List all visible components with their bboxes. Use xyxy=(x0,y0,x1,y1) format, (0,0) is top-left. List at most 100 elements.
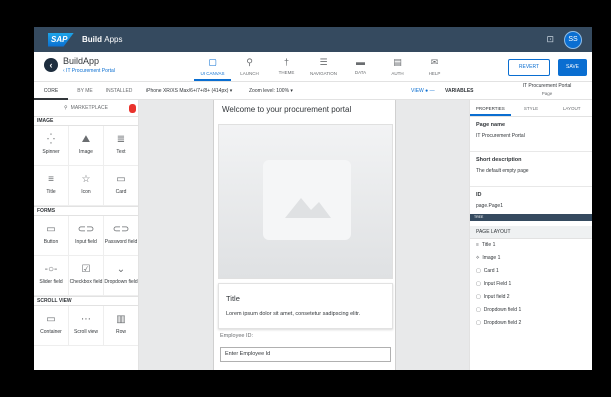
variables-button[interactable]: VARIABLES xyxy=(445,88,474,94)
device-select[interactable]: iPhone XR/XS Max/6+/7+/8+ (414px) ▾ xyxy=(146,88,232,94)
component-title[interactable]: ≡ Title xyxy=(34,166,69,206)
app-window: SAP Build Apps ⊡ SS ‹ BuildApp ‹ IT Proc… xyxy=(34,27,592,370)
revert-button[interactable]: REVERT xyxy=(508,59,550,76)
tab-theme[interactable]: † THEME xyxy=(268,54,305,81)
component-spinner[interactable]: ⁛ Spinner xyxy=(34,126,69,166)
card-title: Title xyxy=(226,294,240,303)
scroll-components: ▭ Container ⋯ Scroll view ▥ Row xyxy=(34,306,138,346)
view-toggle[interactable]: VIEW ● — xyxy=(411,88,435,94)
scroll-view-icon: ⋯ xyxy=(81,314,91,325)
component-card[interactable]: ▭ Card xyxy=(104,166,138,206)
star-icon: ☆ xyxy=(81,174,91,185)
component-image[interactable]: ⛰ Image xyxy=(69,126,104,166)
dropdown-icon: ⌄ xyxy=(116,264,126,275)
app-header: ‹ BuildApp ‹ IT Procurement Portal ▢ UI C… xyxy=(34,52,592,82)
spinner-icon: ⁛ xyxy=(47,134,55,145)
component-input-field[interactable]: ⊂⊃ Input field xyxy=(69,216,104,256)
tab-layout[interactable]: LAYOUT xyxy=(551,100,592,116)
tree-item[interactable]: ≡ Title 1 xyxy=(470,239,592,252)
marketplace-search[interactable]: ⚲ MARKETPLACE xyxy=(34,100,138,116)
tab-ui-canvas[interactable]: ▢ UI CANVAS xyxy=(194,54,231,81)
nav-tabs: ▢ UI CANVAS ⚲ LAUNCH † THEME ☰ NAVIGATION ▬ D… xyxy=(194,54,453,81)
tab-style[interactable]: STYLE xyxy=(511,100,552,116)
tab-auth[interactable]: ▤ AUTH xyxy=(379,54,416,81)
text-icon: ≣ xyxy=(116,134,126,145)
product-title: Build Apps xyxy=(82,35,123,44)
mountain-icon xyxy=(263,160,351,240)
data-icon: ▬ xyxy=(356,57,365,67)
component-button[interactable]: ▭ Button xyxy=(34,216,69,256)
tree-item[interactable]: ▢ Card 1 xyxy=(470,265,592,278)
tree-bar[interactable]: TREE xyxy=(470,214,592,221)
ui-canvas-icon: ▢ xyxy=(208,57,217,67)
page-breadcrumb[interactable]: ‹ IT Procurement Portal xyxy=(63,68,115,74)
container-icon: ▭ xyxy=(46,314,56,325)
properties-panel: PROPERTIES STYLE LAYOUT Page name IT Pro… xyxy=(469,100,592,370)
phone-preview: Welcome to your procurement portal Title… xyxy=(213,100,396,370)
help-icon: ✉ xyxy=(430,57,439,67)
component-slider-field[interactable]: -○- Slider field xyxy=(34,256,69,296)
tab-by-me[interactable]: BY ME xyxy=(68,82,102,100)
component-password-field[interactable]: ⊂⊃ Password field xyxy=(104,216,138,256)
component-row[interactable]: ▥ Row xyxy=(104,306,138,346)
section-scroll-view: SCROLL VIEW xyxy=(34,296,138,306)
component-container[interactable]: ▭ Container xyxy=(34,306,69,346)
tab-help[interactable]: ✉ HELP xyxy=(416,54,453,81)
canvas-toolbar: CORE BY ME INSTALLED iPhone XR/XS Max/6+… xyxy=(34,82,592,100)
checkbox-icon: ☑ xyxy=(81,264,91,275)
component-dropdown-field[interactable]: ⌄ Dropdown field xyxy=(104,256,138,296)
card-icon: ▭ xyxy=(116,174,126,185)
card[interactable]: Title Lorem ipsum dolor sit amet, conset… xyxy=(218,283,393,329)
section-image: IMAGE xyxy=(34,116,138,126)
component-panel: ⚲ MARKETPLACE IMAGE ⁛ Spinner ⛰ Image ≣ Text… xyxy=(34,100,139,370)
component-scroll-view[interactable]: ⋯ Scroll view xyxy=(69,306,104,346)
app-name: BuildApp xyxy=(63,56,100,66)
component-checkbox-field[interactable]: ☑ Checkbox field xyxy=(69,256,104,296)
tree-item[interactable]: ▢ Input Field 1 xyxy=(470,278,592,291)
auth-icon: ▤ xyxy=(393,57,402,67)
page-name-field[interactable]: Page name IT Procurement Portal xyxy=(470,117,592,152)
image-placeholder[interactable] xyxy=(218,124,393,279)
button-icon: ▭ xyxy=(46,224,56,235)
component-text[interactable]: ≣ Text xyxy=(104,126,138,166)
image-icon: ⛰ xyxy=(81,134,91,145)
title-icon: ≡ xyxy=(48,174,54,185)
employee-id-input[interactable]: Enter Employee Id xyxy=(220,347,391,362)
zoom-select[interactable]: Zoom level: 100% ▾ xyxy=(249,88,293,94)
panel-page-title: IT Procurement Portal Page xyxy=(522,83,572,96)
notification-badge xyxy=(129,104,136,113)
save-button[interactable]: SAVE xyxy=(558,59,587,76)
tab-launch[interactable]: ⚲ LAUNCH xyxy=(231,54,268,81)
tab-properties[interactable]: PROPERTIES xyxy=(470,100,511,116)
tree-item[interactable]: ▢ Input field 2 xyxy=(470,291,592,304)
password-icon: ⊂⊃ xyxy=(112,224,130,235)
tab-core[interactable]: CORE xyxy=(34,82,68,100)
tree-item[interactable]: ▢ Dropdown field 2 xyxy=(470,317,592,330)
search-icon: ⚲ xyxy=(64,105,68,111)
tree-item[interactable]: ⟡ Image 1 xyxy=(470,252,592,265)
slider-icon: -○- xyxy=(44,264,58,275)
form-components: ▭ Button ⊂⊃ Input field ⊂⊃ Password field -… xyxy=(34,216,138,296)
page-layout-header: PAGE LAYOUT xyxy=(470,226,592,239)
tree-item[interactable]: ▢ Dropdown field 1 xyxy=(470,304,592,317)
id-field[interactable]: ID page.Page1 xyxy=(470,187,592,214)
image-components: ⁛ Spinner ⛰ Image ≣ Text ≡ Title ☆ Icon ▭ Card xyxy=(34,126,138,206)
sap-logo: SAP xyxy=(48,32,74,47)
employee-id-label: Employee ID: xyxy=(220,333,254,339)
notification-icon[interactable]: ⊡ xyxy=(546,34,554,45)
theme-icon: † xyxy=(283,57,289,67)
avatar[interactable]: SS xyxy=(564,30,582,49)
card-body: Lorem ipsum dolor sit amet, consetetur s… xyxy=(226,311,361,317)
page-title[interactable]: Welcome to your procurement portal xyxy=(222,105,351,114)
component-icon[interactable]: ☆ Icon xyxy=(69,166,104,206)
row-icon: ▥ xyxy=(116,314,126,325)
section-forms: FORMS xyxy=(34,206,138,216)
short-description-field[interactable]: Short description The default empty page xyxy=(470,152,592,187)
tab-data[interactable]: ▬ DATA xyxy=(342,54,379,81)
tab-navigation[interactable]: ☰ NAVIGATION xyxy=(305,54,342,81)
back-icon[interactable]: ‹ xyxy=(44,58,58,72)
tab-installed[interactable]: INSTALLED xyxy=(102,82,136,100)
ui-canvas: Welcome to your procurement portal Title… xyxy=(139,100,469,370)
shell-bar: SAP Build Apps ⊡ SS xyxy=(34,27,592,52)
input-icon: ⊂⊃ xyxy=(77,224,95,235)
